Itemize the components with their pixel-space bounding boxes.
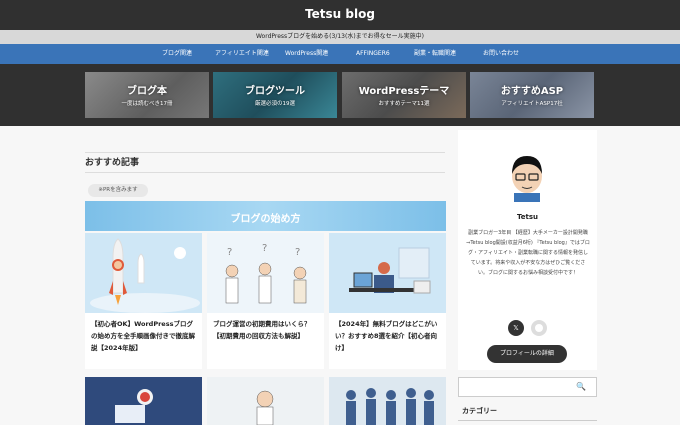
blog-icon[interactable]	[531, 320, 547, 336]
hero-card-title: おすすめASP	[500, 86, 564, 97]
hero-card-subtitle: 厳選必須の19選	[255, 101, 295, 107]
profile-widget: Tetsu 副業ブロガー3年目 【経歴】大手メーカー設計開発職⇒Tetsu bl…	[458, 130, 597, 370]
article-title: ブログ運営の初期費用はいくら？【初期費用の回収方法も解説】	[213, 320, 311, 340]
site-header: Tetsu blog	[0, 0, 680, 30]
hero-card-subtitle: アフィリエイトASP17社	[501, 101, 563, 107]
article-card[interactable]: ? ? ? ブログ運営の初期費用はいくら？【初期費用の回収方法も解説】	[207, 233, 324, 369]
global-nav: ブログ関連 アフィリエイト関連 WordPress関連 AFFINGER6 副業…	[0, 44, 680, 64]
article-card[interactable]: 【2024年】無料ブログはどこがいい？おすすめ8選を紹介【初心者向け】	[329, 233, 446, 369]
people-illustration: ? ? ?	[207, 233, 324, 313]
hero-card-title: WordPressテーマ	[358, 86, 450, 97]
howto-banner[interactable]: ブログの始め方	[85, 201, 446, 231]
rocket-illustration	[85, 233, 202, 313]
nav-item-wordpress[interactable]: WordPress関連	[285, 44, 328, 64]
author-name: Tetsu	[516, 213, 539, 221]
hero-card-books[interactable]: ブログ本 一度は読むべき17冊	[85, 72, 209, 118]
hero-card-subtitle: 一度は読むべき17冊	[121, 101, 173, 107]
nav-item-side-job[interactable]: 副業・転職関連	[414, 44, 456, 64]
x-icon[interactable]: 𝕏	[508, 320, 524, 336]
hero-card-subtitle: おすすめテーマ11選	[378, 101, 430, 107]
profile-detail-button[interactable]: プロフィールの詳細	[487, 345, 567, 363]
section-title: おすすめ記事	[85, 158, 140, 168]
hero-card-title: ブログツール	[245, 86, 305, 97]
hero-card-title: ブログ本	[127, 86, 167, 97]
svg-text:?: ?	[295, 247, 300, 258]
divider	[85, 152, 445, 153]
svg-text:?: ?	[262, 243, 267, 254]
category-heading: カテゴリー	[462, 407, 497, 415]
sale-banner[interactable]: WordPressブログを始める(3/13(水)までお得なセール実施中)	[0, 30, 680, 44]
divider	[458, 420, 597, 421]
desk-illustration	[329, 233, 446, 313]
pr-tag: ※PRを含みます	[88, 184, 148, 197]
article-title: 【2024年】無料ブログはどこがいい？おすすめ8選を紹介【初心者向け】	[335, 320, 438, 352]
nav-item-affinger[interactable]: AFFINGER6	[356, 44, 390, 64]
svg-text:?: ?	[227, 247, 232, 258]
hero-card-wordpress-theme[interactable]: WordPressテーマ おすすめテーマ11選	[342, 72, 466, 118]
article-title: 【初心者OK】WordPressブログの始め方を全手順画像付きで徹底解説【202…	[91, 320, 195, 352]
author-bio: 副業ブロガー3年目 【経歴】大手メーカー設計開発職⇒Tetsu blog開設(収…	[466, 230, 590, 276]
hero-card-row: ブログ本 一度は読むべき17冊 ブログツール 厳選必須の19選 WordPres…	[0, 64, 680, 126]
hero-card-tools[interactable]: ブログツール 厳選必須の19選	[213, 72, 337, 118]
divider	[85, 172, 445, 173]
author-avatar	[504, 152, 550, 202]
article-thumbnail[interactable]	[207, 377, 324, 425]
article-card[interactable]: 【初心者OK】WordPressブログの始め方を全手順画像付きで徹底解説【202…	[85, 233, 202, 369]
search-input[interactable]: 🔍	[458, 377, 597, 397]
article-thumbnail[interactable]	[329, 377, 446, 425]
nav-item-affiliate[interactable]: アフィリエイト関連	[215, 44, 269, 64]
banner-title: ブログの始め方	[230, 214, 301, 225]
hero-card-asp[interactable]: おすすめASP アフィリエイトASP17社	[470, 72, 594, 118]
site-title[interactable]: Tetsu blog	[0, 7, 680, 21]
nav-item-blog[interactable]: ブログ関連	[162, 44, 192, 64]
nav-item-contact[interactable]: お問い合わせ	[483, 44, 519, 64]
article-thumbnail[interactable]	[85, 377, 202, 425]
search-icon[interactable]: 🔍	[576, 382, 586, 391]
